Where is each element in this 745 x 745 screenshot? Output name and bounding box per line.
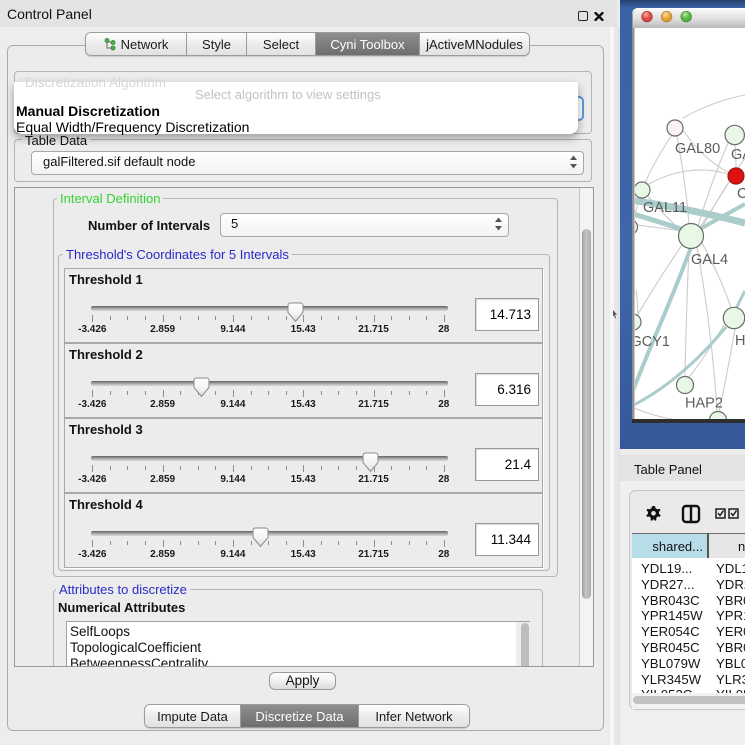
svg-text:GAL80: GAL80 [675, 141, 720, 157]
svg-text:H: H [735, 333, 745, 349]
svg-text:GAL11: GAL11 [643, 200, 687, 216]
svg-text:GCY1: GCY1 [635, 334, 670, 350]
svg-text:GA: GA [731, 147, 745, 163]
svg-text:GAL4: GAL4 [691, 252, 728, 268]
svg-text:C: C [737, 186, 745, 202]
svg-text:HAP2: HAP2 [685, 396, 723, 412]
